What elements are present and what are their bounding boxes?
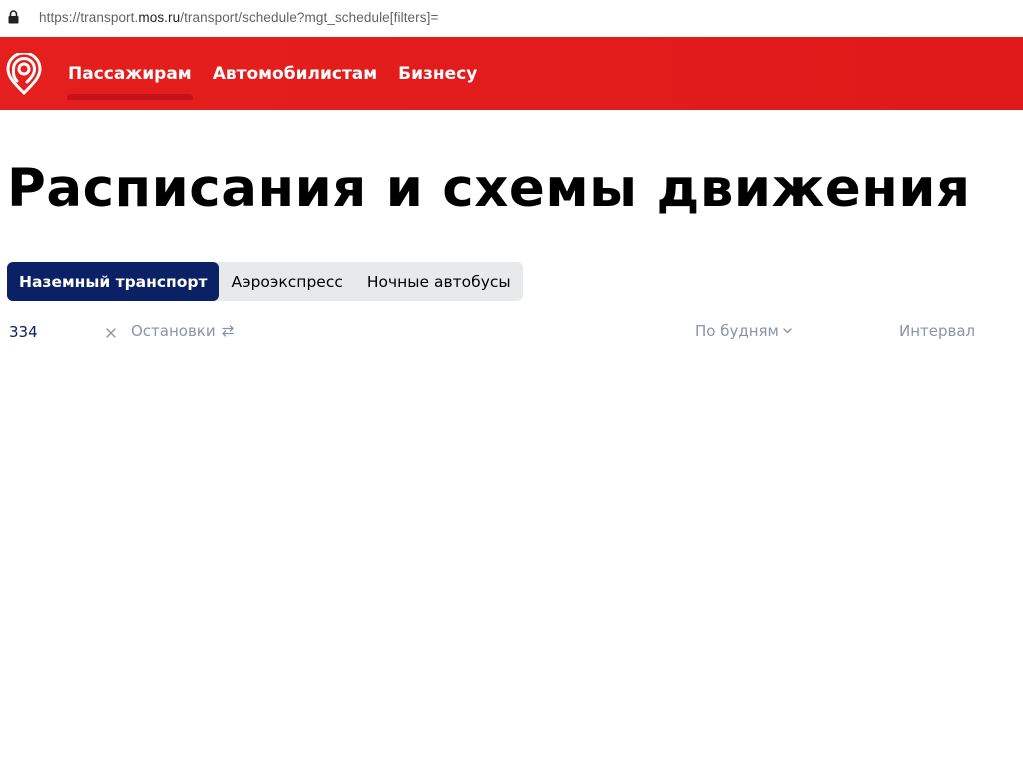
tab-night-buses[interactable]: Ночные автобусы (355, 262, 523, 301)
url-host: mos.ru (138, 10, 181, 25)
nav-passengers[interactable]: Пассажирам (67, 64, 193, 100)
stops-label: Остановки (131, 322, 216, 340)
close-icon[interactable] (104, 326, 118, 340)
chevron-down-icon (783, 328, 792, 334)
daytype-label: По будням (695, 322, 779, 340)
nav-motorists[interactable]: Автомобилистам (213, 64, 377, 84)
page-title: Расписания и схемы движения (7, 158, 971, 219)
route-number-input[interactable] (9, 321, 99, 343)
site-header: Пассажирам Автомобилистам Бизнесу (0, 37, 1023, 110)
url-prefix: https://transport. (39, 10, 139, 25)
url-text[interactable]: https://transport.mos.ru/transport/sched… (39, 10, 438, 25)
url-path: /transport/schedule?mgt_schedule[filters… (180, 10, 439, 25)
tab-aeroexpress[interactable]: Аэроэкспресс (219, 262, 354, 301)
transport-type-tabs: Наземный транспорт Аэроэкспресс Ночные а… (7, 262, 523, 301)
daytype-select[interactable]: По будням (695, 322, 792, 340)
stops-toggle[interactable]: Остановки (131, 322, 235, 340)
nav-business[interactable]: Бизнесу (398, 64, 477, 84)
browser-address-bar[interactable]: https://transport.mos.ru/transport/sched… (0, 0, 1023, 37)
swap-arrows-icon (221, 325, 234, 337)
metro-logo-icon[interactable] (5, 53, 43, 95)
lock-icon (8, 10, 19, 24)
main-nav: Пассажирам Автомобилистам Бизнесу (67, 37, 498, 110)
interval-toggle[interactable]: Интервал (899, 322, 975, 340)
tab-ground-transport[interactable]: Наземный транспорт (7, 262, 220, 301)
